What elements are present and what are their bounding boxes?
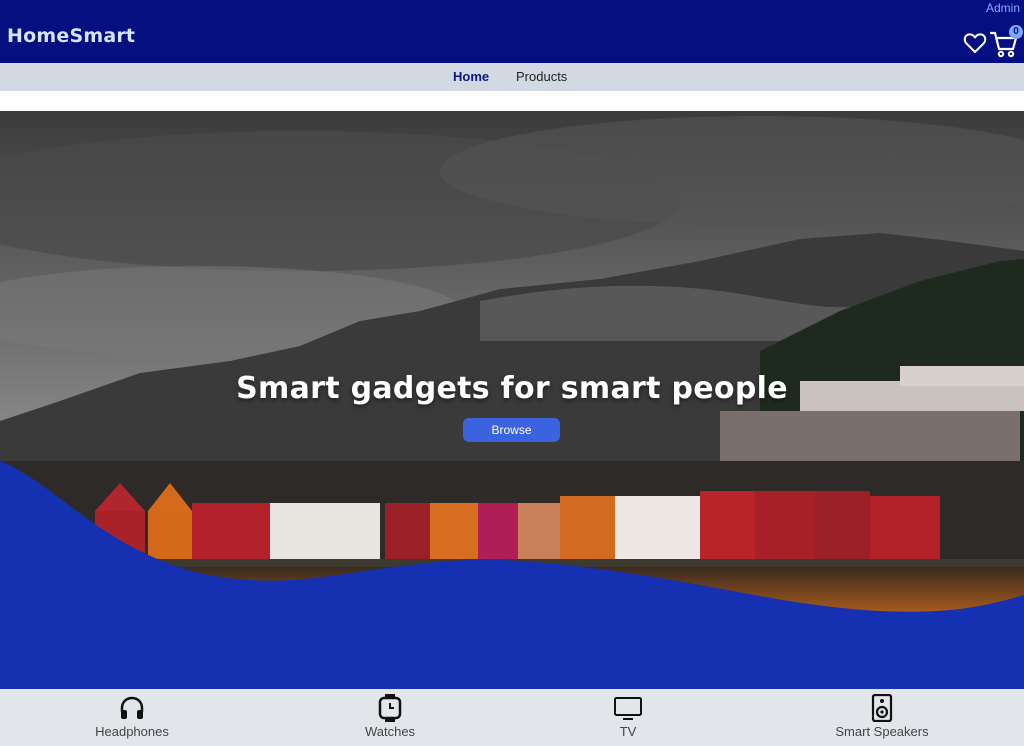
- brand-logo[interactable]: HomeSmart: [7, 25, 135, 47]
- category-tv[interactable]: TV: [578, 689, 678, 746]
- cart-count-badge: 0: [1009, 25, 1023, 39]
- category-smart-speakers[interactable]: Smart Speakers: [817, 689, 947, 746]
- speaker-icon: [871, 694, 893, 722]
- cart-button[interactable]: 0: [990, 25, 1023, 58]
- heart-icon[interactable]: [963, 32, 987, 54]
- tv-icon: [614, 697, 642, 720]
- category-label: Headphones: [95, 724, 169, 739]
- top-header: Admin HomeSmart 0: [0, 0, 1024, 63]
- admin-link[interactable]: Admin: [986, 1, 1020, 15]
- category-label: Smart Speakers: [835, 724, 929, 739]
- hero-banner: Smart gadgets for smart people Browse: [0, 111, 1024, 689]
- category-headphones[interactable]: Headphones: [82, 689, 182, 746]
- main-nav: Home Products: [0, 63, 1024, 91]
- nav-home[interactable]: Home: [453, 69, 489, 84]
- category-bar: Headphones Watches TV Smart Speakers: [0, 689, 1024, 746]
- browse-button[interactable]: Browse: [463, 418, 560, 442]
- nav-products[interactable]: Products: [516, 69, 567, 84]
- category-label: TV: [619, 724, 637, 739]
- hero-title: Smart gadgets for smart people: [236, 371, 788, 406]
- watch-icon: [378, 694, 402, 722]
- headphones-icon: [120, 696, 144, 719]
- category-watches[interactable]: Watches: [340, 689, 440, 746]
- category-label: Watches: [364, 724, 416, 739]
